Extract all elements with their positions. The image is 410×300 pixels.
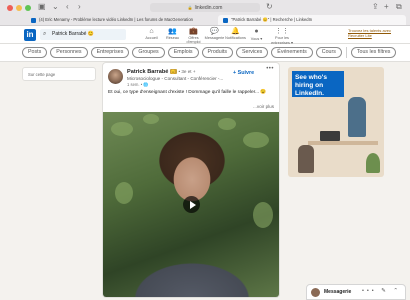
- nav-for-business[interactable]: ⋮⋮ Pour les entreprises ▾: [267, 27, 297, 45]
- browser-tab[interactable]: (4) Eric Menamy - Problème lecture vidéo…: [26, 15, 214, 25]
- post-video[interactable]: [103, 112, 279, 297]
- on-this-page-card[interactable]: Sur cette page: [22, 67, 96, 81]
- nav-label: Notifications: [225, 36, 246, 40]
- tab-label: "Patrick Barrabé 😊" | Recherche | Linked…: [231, 17, 313, 22]
- url-text: linkedin.com: [194, 5, 223, 11]
- filter-posts[interactable]: Posts: [22, 47, 48, 58]
- network-icon: 👥: [168, 28, 177, 35]
- nav-me[interactable]: ● Vous ▾: [246, 27, 267, 45]
- post-text: Et oui, ce type d'enseignant d'existe ! …: [108, 90, 267, 95]
- address-bar[interactable]: 🔒 linkedin.com: [150, 3, 260, 12]
- recruiter-lite-link[interactable]: Trouvez les talents avec Recruiter Lite: [348, 28, 398, 38]
- author-avatar[interactable]: [108, 69, 123, 84]
- connection-degree: • 3e et +: [178, 69, 196, 74]
- follow-button[interactable]: + Suivre: [233, 70, 254, 76]
- nav-label: Vous ▾: [250, 37, 263, 41]
- me-avatar-icon: ●: [254, 28, 259, 35]
- tab-favicon-icon: [223, 17, 228, 23]
- back-icon[interactable]: ‹: [66, 2, 69, 12]
- ad-person-seated: [298, 145, 314, 173]
- nav-home[interactable]: ⌂ Accueil: [141, 27, 162, 45]
- search-value: Patrick Barrabé 😊: [52, 31, 95, 37]
- lock-icon: 🔒: [187, 5, 193, 10]
- linkedin-header: in ⌕ Patrick Barrabé 😊 ⌂ Accueil 👥 Réseau …: [0, 26, 410, 45]
- home-icon: ⌂: [149, 28, 154, 35]
- browser-tab-active[interactable]: "Patrick Barrabé 😊" | Recherche | Linked…: [218, 15, 406, 25]
- search-icon: ⌕: [43, 31, 47, 37]
- ad-desk: [308, 141, 378, 145]
- jobs-icon: 💼: [189, 28, 198, 35]
- bell-icon: 🔔: [231, 28, 240, 35]
- filter-groups[interactable]: Groupes: [132, 47, 165, 58]
- ad-plant: [366, 153, 380, 173]
- new-tab-icon[interactable]: +: [384, 2, 389, 12]
- browser-chrome: ▣ ⌄ ‹ › 🔒 linkedin.com ↻ ⇪ + ⧉ (4) Eric M…: [0, 0, 410, 26]
- nav-jobs[interactable]: 💼 Offres d'emploi: [183, 27, 204, 45]
- post-menu-icon[interactable]: •••: [266, 66, 274, 72]
- nav-label: Réseau: [165, 36, 180, 40]
- filter-services[interactable]: Services: [235, 47, 269, 58]
- post-card: ••• Patrick Barrabé 😊 • 3e et + + Suivre…: [102, 62, 280, 298]
- grid-icon: ⋮⋮: [275, 28, 289, 35]
- author-badge: 😊: [169, 69, 177, 74]
- tab-overview-icon[interactable]: ⧉: [396, 2, 402, 12]
- messaging-icon: 💬: [210, 28, 219, 35]
- author-headline: Microsociologue - Consultant - Conférenc…: [127, 76, 224, 81]
- filter-companies[interactable]: Entreprises: [90, 47, 130, 58]
- post-timestamp: 1 sem. • 🌐: [127, 82, 149, 87]
- ad-headline: See who's hiring on LinkedIn.: [292, 71, 344, 97]
- chevron-down-icon[interactable]: ⌄: [52, 2, 59, 12]
- minimize-window-button[interactable]: [16, 5, 22, 11]
- search-input[interactable]: ⌕ Patrick Barrabé 😊: [40, 29, 126, 40]
- filter-products[interactable]: Produits: [201, 47, 233, 58]
- tab-strip: (4) Eric Menamy - Problème lecture vidéo…: [26, 15, 406, 25]
- filter-courses[interactable]: Cours: [315, 47, 342, 58]
- share-icon[interactable]: ⇪: [372, 2, 379, 12]
- play-button[interactable]: [183, 196, 200, 213]
- filter-events[interactable]: Événements: [271, 47, 313, 58]
- nav-notifications[interactable]: 🔔 Notifications: [225, 27, 246, 45]
- author-name[interactable]: Patrick Barrabé: [127, 69, 168, 75]
- search-filters-bar: Posts Personnes Entreprises Groupes Empl…: [0, 44, 410, 62]
- nav-label: Offres d'emploi: [186, 36, 201, 44]
- messaging-actions-icon[interactable]: ••• ✎ ⌃: [362, 288, 401, 294]
- nav-label: Messagerie: [204, 36, 225, 40]
- primary-nav: ⌂ Accueil 👥 Réseau 💼 Offres d'emploi 💬 Messa…: [141, 27, 297, 45]
- nav-messaging[interactable]: 💬 Messagerie: [204, 27, 225, 45]
- ad-laptop: [320, 131, 340, 141]
- messaging-bar[interactable]: Messagerie ••• ✎ ⌃: [306, 284, 406, 300]
- maximize-window-button[interactable]: [25, 5, 31, 11]
- see-more-link[interactable]: ...voir plus: [253, 104, 274, 109]
- hiring-ad[interactable]: See who's hiring on LinkedIn.: [288, 67, 384, 177]
- ad-person-standing: [348, 97, 366, 137]
- filter-divider: [345, 47, 347, 58]
- linkedin-logo[interactable]: in: [24, 29, 36, 41]
- nav-label: Accueil: [145, 36, 158, 40]
- close-window-button[interactable]: [7, 5, 13, 11]
- on-this-page-label: Sur cette page: [28, 72, 56, 77]
- filter-jobs[interactable]: Emplois: [167, 47, 199, 58]
- reload-icon[interactable]: ↻: [266, 2, 273, 12]
- tab-favicon-icon: [31, 17, 36, 23]
- forward-icon[interactable]: ›: [78, 2, 81, 12]
- tab-label: (4) Eric Menamy - Problème lecture vidéo…: [39, 17, 193, 22]
- author-line: Patrick Barrabé 😊 • 3e et +: [127, 69, 196, 75]
- all-filters-button[interactable]: Tous les filtres: [350, 47, 397, 58]
- messaging-title: Messagerie: [324, 289, 352, 295]
- nav-network[interactable]: 👥 Réseau: [162, 27, 183, 45]
- filter-pills: Posts Personnes Entreprises Groupes Empl…: [22, 47, 397, 58]
- sidebar-toggle-icon[interactable]: ▣: [38, 2, 46, 12]
- filter-people[interactable]: Personnes: [50, 47, 88, 58]
- messaging-avatar: [311, 288, 320, 297]
